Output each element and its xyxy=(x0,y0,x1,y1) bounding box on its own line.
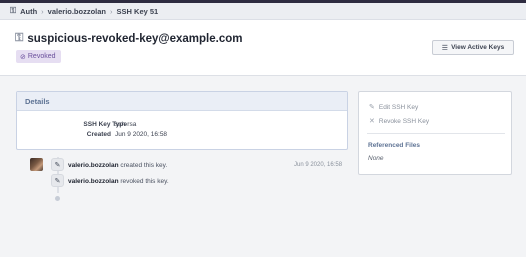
pencil-icon: ✎ xyxy=(369,104,375,111)
ban-icon: ⊘ xyxy=(20,53,26,61)
property-value: Jun 9 2020, 16:58 xyxy=(115,131,168,138)
actions-panel: ✎ Edit SSH Key ✕ Revoke SSH Key Referenc… xyxy=(358,91,512,175)
status-badge-label: Revoked xyxy=(27,53,56,60)
view-active-keys-button[interactable]: ☰ View Active Keys xyxy=(432,40,514,55)
key-icon: ⚿ xyxy=(15,32,24,44)
view-active-keys-label: View Active Keys xyxy=(451,44,505,51)
breadcrumb-user[interactable]: valerio.bozzolan xyxy=(48,7,106,16)
avatar[interactable] xyxy=(30,158,43,171)
divider xyxy=(367,133,505,134)
status-badge: ⊘ Revoked xyxy=(16,50,61,63)
edit-ssh-key-action[interactable]: ✎ Edit SSH Key xyxy=(369,103,419,112)
timeline-event: valerio.bozzolan created this key. xyxy=(68,162,167,169)
breadcrumb-ssh-key[interactable]: SSH Key 51 xyxy=(117,7,159,16)
revoke-ssh-key-label: Revoke SSH Key xyxy=(378,117,430,125)
details-panel: Details SSH Key Type ssh-rsa Created Jun… xyxy=(16,91,348,150)
details-heading: Details xyxy=(17,92,347,111)
timeline-event: valerio.bozzolan revoked this key. xyxy=(68,178,169,185)
breadcrumb-separator: › xyxy=(110,6,113,16)
property-label: Created xyxy=(86,131,111,138)
timeline-text: revoked this key. xyxy=(120,178,169,185)
referenced-files-value: None xyxy=(368,155,384,162)
page-title-text: suspicious-revoked-key@example.com xyxy=(27,32,243,45)
page-header: ⚿ suspicious-revoked-key@example.com ⊘ R… xyxy=(0,20,526,76)
page-title: ⚿ suspicious-revoked-key@example.com xyxy=(15,32,242,45)
referenced-files-heading: Referenced Files xyxy=(368,142,421,149)
pencil-icon: ✎ xyxy=(51,174,64,187)
timeline-text: created this key. xyxy=(120,162,168,169)
property-value: ssh-rsa xyxy=(115,121,137,128)
revoke-ssh-key-action[interactable]: ✕ Revoke SSH Key xyxy=(369,117,430,126)
timeline-end-dot xyxy=(55,196,60,201)
pencil-icon: ✎ xyxy=(51,158,64,171)
timeline-date[interactable]: Jun 9 2020, 16:58 xyxy=(294,162,342,168)
list-icon: ☰ xyxy=(441,44,449,52)
timeline-user[interactable]: valerio.bozzolan xyxy=(68,178,119,185)
key-icon: ⚿ xyxy=(10,6,17,15)
close-icon: ✕ xyxy=(369,118,375,125)
breadcrumb: ⚿ Auth › valerio.bozzolan › SSH Key 51 xyxy=(0,3,526,20)
breadcrumb-separator: › xyxy=(41,6,44,16)
timeline-user[interactable]: valerio.bozzolan xyxy=(68,162,119,169)
edit-ssh-key-label: Edit SSH Key xyxy=(378,103,419,111)
breadcrumb-auth[interactable]: Auth xyxy=(20,7,37,16)
